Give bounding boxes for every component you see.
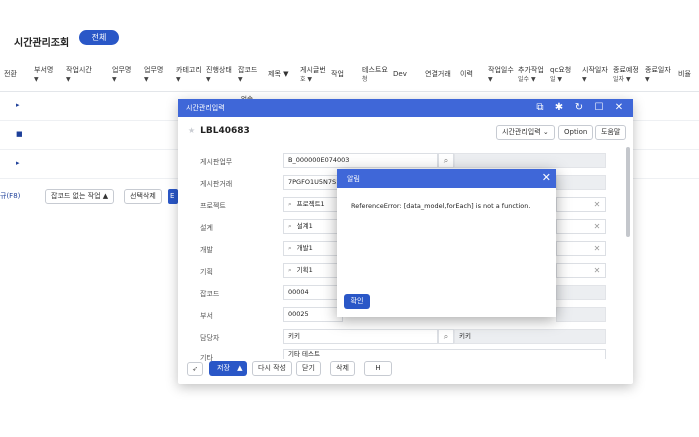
- col-header-work[interactable]: 작업: [331, 70, 344, 79]
- record-heading: ★ LBL40683: [188, 126, 250, 136]
- col-header-test-request[interactable]: 테스트요 청: [362, 66, 388, 84]
- owner-name: 키키: [454, 329, 606, 344]
- label-dev: 개발: [200, 246, 213, 254]
- help-button[interactable]: 도움말: [595, 125, 627, 140]
- board-trade-desc: [556, 175, 606, 190]
- col-header-taskname-1[interactable]: 업무명 ▼: [112, 66, 131, 84]
- jobcode-desc: [556, 285, 606, 300]
- col-header-category[interactable]: 카테고리 ▼: [176, 66, 202, 84]
- clear-icon[interactable]: ✕: [590, 241, 604, 256]
- menu-select[interactable]: 시간관리입력 ⌄: [496, 125, 555, 140]
- col-header-workdays[interactable]: 작업일수 ▼: [488, 66, 514, 84]
- open-external-icon[interactable]: ⧉: [533, 101, 547, 115]
- col-header-dept[interactable]: 부서명 ▼: [34, 66, 53, 84]
- dept-field[interactable]: 00025: [283, 307, 343, 322]
- clear-icon[interactable]: ✕: [590, 263, 604, 278]
- close-button[interactable]: 닫기: [296, 361, 321, 376]
- dev-field[interactable]: ⌕ 개발1: [283, 241, 343, 256]
- refresh-icon[interactable]: ↻: [572, 101, 586, 115]
- alert-title: 알림: [347, 175, 360, 183]
- new-button[interactable]: 규(F8): [0, 189, 20, 204]
- save-button[interactable]: 저장 ▲: [209, 361, 247, 376]
- label-plan: 기획: [200, 268, 213, 276]
- delete-selected-button[interactable]: 선택삭제: [124, 189, 162, 204]
- owner-field[interactable]: 키키: [283, 329, 438, 344]
- h-button[interactable]: H: [364, 361, 392, 376]
- col-header-taskname-2[interactable]: 업무명 ▼: [144, 66, 163, 84]
- rewrite-button[interactable]: 다시 작성: [252, 361, 292, 376]
- dept-desc: [556, 307, 606, 322]
- col-header-history[interactable]: 이력: [460, 70, 473, 79]
- search-icon[interactable]: ⌕: [438, 153, 454, 168]
- alert-dialog: 알림 ✕ ReferenceError: [data_model,forEach…: [337, 169, 556, 317]
- col-header-dev[interactable]: Dev: [393, 70, 407, 79]
- project-field[interactable]: ⌕ 프로젝트1: [283, 197, 343, 212]
- table-header: 전환 부서명 ▼ 작업시간 ▼ 업무명 ▼ 업무명 ▼ 카테고리 ▼ 진행상태 ▼ 잡코드 ▼…: [0, 60, 699, 92]
- label-dept: 부서: [200, 312, 213, 320]
- col-header-convert[interactable]: 전환: [4, 70, 17, 79]
- board-trade-field[interactable]: 7PGFO1U5N7S1: [283, 175, 343, 190]
- col-header-subject[interactable]: 제목 ▼: [268, 70, 289, 79]
- search-icon[interactable]: ⌕: [438, 329, 454, 344]
- col-header-end-date[interactable]: 종료일자 ▼: [645, 66, 671, 84]
- label-jobcode: 잡코드: [200, 290, 220, 298]
- send-icon[interactable]: ➶: [187, 362, 203, 376]
- clear-icon[interactable]: ✕: [590, 197, 604, 212]
- dialog-titlebar[interactable]: 시간관리입력 ⧉ ✱ ↻ ☐ ✕: [178, 99, 633, 117]
- page-title: 시간관리조회: [14, 38, 70, 49]
- ok-button[interactable]: 확인: [344, 294, 370, 309]
- label-board-task: 게시판업무: [200, 158, 233, 166]
- col-header-extra-workdays[interactable]: 추가작업 일수 ▼: [518, 66, 544, 84]
- col-header-jobcode[interactable]: 잡코드 ▼: [238, 66, 257, 84]
- filter-chip-all[interactable]: 전체: [79, 30, 119, 45]
- clear-icon[interactable]: ✕: [590, 219, 604, 234]
- col-header-start-date[interactable]: 시작일자 ▼: [582, 66, 608, 84]
- col-header-status[interactable]: 진행상태 ▼: [206, 66, 232, 84]
- col-header-qc-request[interactable]: qc요청 일 ▼: [550, 66, 571, 84]
- label-design: 설계: [200, 224, 213, 232]
- toolbar-primary-button[interactable]: E: [168, 189, 178, 204]
- label-owner: 담당자: [200, 334, 220, 342]
- col-header-planned-end[interactable]: 종료예정 일자 ▼: [613, 66, 639, 84]
- pin-icon[interactable]: ✱: [552, 101, 566, 115]
- alert-message: ReferenceError: [data_model,forEach] is …: [351, 202, 531, 210]
- col-header-ratio[interactable]: 비율: [678, 70, 691, 79]
- etc-field[interactable]: 기타 테스트: [283, 349, 606, 359]
- search-icon[interactable]: ⌕: [288, 244, 292, 252]
- plan-field[interactable]: ⌕ 기획1: [283, 263, 343, 278]
- delete-button[interactable]: 삭제: [330, 361, 355, 376]
- favorite-star-icon[interactable]: ★: [188, 126, 195, 135]
- label-project: 프로젝트: [200, 202, 226, 210]
- row-indicator: ▸: [16, 159, 20, 167]
- label-board-trade: 게시판거래: [200, 180, 233, 188]
- chevron-down-icon: ⌄: [542, 128, 549, 136]
- option-button[interactable]: Option: [558, 125, 594, 140]
- board-task-field[interactable]: B_000000E074003: [283, 153, 438, 168]
- record-id: LBL40683: [200, 126, 250, 136]
- jobcode-field[interactable]: 00004: [283, 285, 343, 300]
- search-icon[interactable]: ⌕: [288, 266, 292, 274]
- col-header-post-no[interactable]: 게시글번 호 ▼: [300, 66, 326, 84]
- col-header-worktime[interactable]: 작업시간 ▼: [66, 66, 92, 84]
- close-icon[interactable]: ✕: [542, 171, 551, 184]
- row-indicator: ■: [16, 130, 23, 138]
- no-job-code-button[interactable]: 잡코드 없는 작업 ▲: [45, 189, 115, 204]
- alert-titlebar[interactable]: 알림 ✕: [337, 169, 556, 188]
- col-header-linked-trade[interactable]: 연결거래: [425, 70, 451, 79]
- dialog-title: 시간관리입력: [186, 104, 225, 112]
- close-icon[interactable]: ✕: [612, 101, 626, 115]
- dialog-scrollbar[interactable]: [626, 147, 630, 237]
- design-field[interactable]: ⌕ 설계1: [283, 219, 343, 234]
- board-task-desc: [454, 153, 606, 168]
- row-indicator: ▸: [16, 101, 20, 109]
- maximize-icon[interactable]: ☐: [592, 101, 606, 115]
- search-icon[interactable]: ⌕: [288, 200, 292, 208]
- search-icon[interactable]: ⌕: [288, 222, 292, 230]
